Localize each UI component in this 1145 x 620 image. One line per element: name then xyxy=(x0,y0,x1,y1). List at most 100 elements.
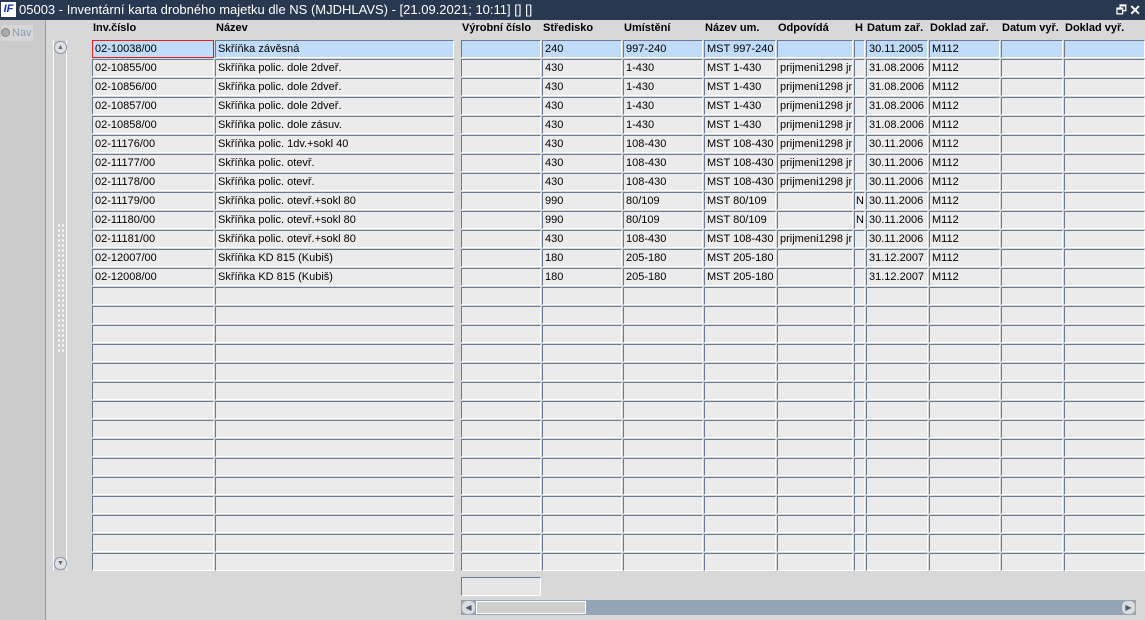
horizontal-scroll-thumb[interactable] xyxy=(476,601,586,614)
cell-umisteni[interactable] xyxy=(623,420,703,438)
cell-vyrobni-cislo[interactable] xyxy=(461,325,541,343)
cell-h[interactable]: N xyxy=(854,211,865,229)
cell-datum-vyr[interactable] xyxy=(1001,477,1063,495)
cell-h[interactable] xyxy=(854,154,865,172)
cell-doklad-vyr[interactable] xyxy=(1064,135,1145,153)
cell-doklad-zar[interactable]: M112 xyxy=(929,211,1000,229)
cell-odpovida[interactable] xyxy=(777,515,853,533)
cell-nazev-um[interactable]: MST 108-430 xyxy=(704,173,776,191)
cell-doklad-zar[interactable] xyxy=(929,363,1000,381)
cell-datum-zar[interactable] xyxy=(866,477,928,495)
cell-inv-cislo[interactable] xyxy=(92,553,214,571)
cell-odpovida[interactable] xyxy=(777,401,853,419)
cell-doklad-vyr[interactable] xyxy=(1064,116,1145,134)
cell-vyrobni-cislo[interactable] xyxy=(461,97,541,115)
cell-vyrobni-cislo[interactable] xyxy=(461,401,541,419)
cell-umisteni[interactable]: 1-430 xyxy=(623,116,703,134)
cell-nazev[interactable] xyxy=(215,534,454,552)
cell-nazev-um[interactable] xyxy=(704,439,776,457)
cell-nazev[interactable] xyxy=(215,439,454,457)
cell-doklad-vyr[interactable] xyxy=(1064,306,1145,324)
cell-doklad-vyr[interactable] xyxy=(1064,477,1145,495)
cell-doklad-zar[interactable]: M112 xyxy=(929,230,1000,248)
cell-odpovida[interactable] xyxy=(777,268,853,286)
cell-nazev-um[interactable]: MST 205-180 xyxy=(704,249,776,267)
cell-nazev[interactable]: Skříňka polic. dole 2dveř. xyxy=(215,78,454,96)
cell-nazev[interactable] xyxy=(215,553,454,571)
cell-umisteni[interactable] xyxy=(623,496,703,514)
cell-odpovida[interactable] xyxy=(777,534,853,552)
cell-stredisko[interactable] xyxy=(542,553,622,571)
cell-nazev-um[interactable]: MST 108-430 xyxy=(704,154,776,172)
cell-stredisko[interactable] xyxy=(542,306,622,324)
cell-nazev[interactable] xyxy=(215,458,454,476)
cell-doklad-vyr[interactable] xyxy=(1064,173,1145,191)
cell-nazev-um[interactable]: MST 108-430 xyxy=(704,230,776,248)
cell-stredisko[interactable] xyxy=(542,420,622,438)
cell-datum-zar[interactable] xyxy=(866,534,928,552)
cell-inv-cislo[interactable]: 02-10856/00 xyxy=(92,78,214,96)
cell-doklad-zar[interactable] xyxy=(929,515,1000,533)
cell-doklad-vyr[interactable] xyxy=(1064,534,1145,552)
cell-datum-vyr[interactable] xyxy=(1001,458,1063,476)
cell-nazev-um[interactable] xyxy=(704,496,776,514)
cell-h[interactable] xyxy=(854,78,865,96)
cell-datum-zar[interactable]: 31.08.2006 xyxy=(866,116,928,134)
cell-inv-cislo[interactable] xyxy=(92,287,214,305)
cell-datum-zar[interactable]: 31.08.2006 xyxy=(866,97,928,115)
cell-datum-vyr[interactable] xyxy=(1001,325,1063,343)
cell-doklad-zar[interactable]: M112 xyxy=(929,192,1000,210)
cell-inv-cislo[interactable]: 02-10855/00 xyxy=(92,59,214,77)
cell-datum-zar[interactable]: 31.08.2006 xyxy=(866,59,928,77)
cell-stredisko[interactable] xyxy=(542,439,622,457)
cell-doklad-zar[interactable] xyxy=(929,382,1000,400)
cell-nazev[interactable] xyxy=(215,515,454,533)
cell-h[interactable] xyxy=(854,287,865,305)
cell-datum-vyr[interactable] xyxy=(1001,192,1063,210)
cell-doklad-vyr[interactable] xyxy=(1064,382,1145,400)
cell-doklad-vyr[interactable] xyxy=(1064,553,1145,571)
cell-vyrobni-cislo[interactable] xyxy=(461,496,541,514)
cell-inv-cislo[interactable] xyxy=(92,439,214,457)
cell-h[interactable] xyxy=(854,496,865,514)
cell-stredisko[interactable]: 430 xyxy=(542,78,622,96)
cell-odpovida[interactable] xyxy=(777,249,853,267)
cell-nazev[interactable] xyxy=(215,496,454,514)
cell-nazev[interactable] xyxy=(215,344,454,362)
cell-nazev[interactable]: Skříňka polic. dole zásuv. xyxy=(215,116,454,134)
cell-nazev-um[interactable]: MST 80/109 xyxy=(704,211,776,229)
cell-stredisko[interactable]: 180 xyxy=(542,249,622,267)
cell-umisteni[interactable] xyxy=(623,325,703,343)
cell-doklad-vyr[interactable] xyxy=(1064,268,1145,286)
cell-datum-zar[interactable]: 31.12.2007 xyxy=(866,249,928,267)
cell-odpovida[interactable] xyxy=(777,344,853,362)
cell-h[interactable]: N xyxy=(854,192,865,210)
cell-odpovida[interactable] xyxy=(777,363,853,381)
cell-datum-zar[interactable] xyxy=(866,439,928,457)
cell-h[interactable] xyxy=(854,534,865,552)
scroll-down-icon[interactable]: ▼ xyxy=(54,557,67,570)
cell-datum-vyr[interactable] xyxy=(1001,135,1063,153)
cell-odpovida[interactable]: prijmeni1298 jm xyxy=(777,135,853,153)
cell-h[interactable] xyxy=(854,420,865,438)
cell-nazev-um[interactable]: MST 1-430 xyxy=(704,78,776,96)
cell-stredisko[interactable] xyxy=(542,458,622,476)
cell-odpovida[interactable]: prijmeni1298 jm xyxy=(777,97,853,115)
cell-nazev[interactable]: Skříňka polic. dole 2dveř. xyxy=(215,59,454,77)
cell-nazev[interactable]: Skříňka polic. otevř.+sokl 80 xyxy=(215,211,454,229)
cell-inv-cislo[interactable] xyxy=(92,515,214,533)
cell-umisteni[interactable]: 205-180 xyxy=(623,249,703,267)
cell-odpovida[interactable]: prijmeni1298 jm xyxy=(777,230,853,248)
cell-nazev[interactable]: Skříňka závěsná xyxy=(215,40,454,58)
cell-nazev-um[interactable] xyxy=(704,325,776,343)
cell-vyrobni-cislo[interactable] xyxy=(461,135,541,153)
cell-doklad-zar[interactable] xyxy=(929,439,1000,457)
cell-datum-vyr[interactable] xyxy=(1001,59,1063,77)
cell-h[interactable] xyxy=(854,230,865,248)
cell-odpovida[interactable] xyxy=(777,287,853,305)
cell-inv-cislo[interactable] xyxy=(92,534,214,552)
cell-doklad-vyr[interactable] xyxy=(1064,249,1145,267)
cell-odpovida[interactable] xyxy=(777,382,853,400)
cell-odpovida[interactable] xyxy=(777,40,853,58)
cell-h[interactable] xyxy=(854,59,865,77)
